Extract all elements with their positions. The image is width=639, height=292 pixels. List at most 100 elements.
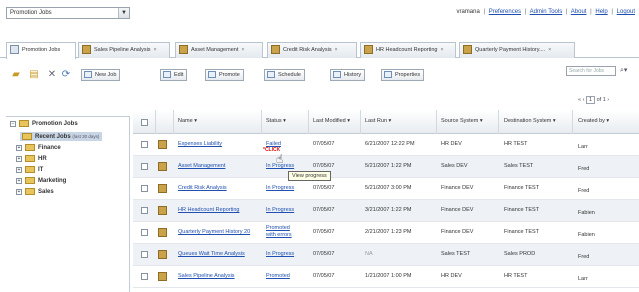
tab-quarterly-payment[interactable]: Quarterly Payment History.... × (459, 42, 575, 58)
header-name[interactable]: Name ▾ (178, 118, 197, 124)
expand-icon[interactable]: + (16, 177, 22, 184)
tab-hr-headcount[interactable]: HR Headcount Reporting × (360, 42, 456, 58)
job-icon (158, 250, 167, 259)
status-link-detail[interactable]: with errors (266, 232, 292, 238)
properties-button[interactable]: Properties (381, 69, 425, 81)
row-checkbox[interactable] (141, 229, 148, 236)
page-number-input[interactable]: 1 (585, 96, 596, 104)
folder-menu-icon[interactable]: ▤ (28, 69, 40, 80)
edit-button[interactable]: Edit (160, 69, 188, 81)
tab-credit-risk[interactable]: Credit Risk Analysis × (267, 42, 357, 58)
new-folder-icon[interactable]: ▰ (10, 69, 22, 80)
job-name-link[interactable]: Credit Risk Analysis (178, 185, 227, 191)
tree-item-hr[interactable]: + HR (16, 155, 47, 162)
expand-icon[interactable]: + (16, 166, 22, 173)
delete-icon[interactable]: ✕ (46, 69, 58, 80)
last-modified: 07/05/07 (313, 163, 335, 169)
status-link[interactable]: In Progress (266, 185, 294, 191)
status-link[interactable]: Promoted (266, 273, 290, 279)
row-checkbox[interactable] (141, 141, 148, 148)
last-run: 3/21/2007 1:22 PM (365, 207, 412, 213)
username: vramana (456, 9, 480, 15)
table-row[interactable]: Asset Management In Progress 07/05/07 5/… (133, 156, 639, 178)
expand-icon[interactable]: + (16, 188, 22, 195)
status-link[interactable]: Promoted (266, 225, 290, 231)
expand-icon[interactable]: + (16, 155, 22, 162)
tree-item-sales[interactable]: + Sales (16, 188, 54, 195)
table-row[interactable]: Queues Wait Time Analysis In Progress 07… (133, 244, 639, 266)
job-name-link[interactable]: HR Headcount Reporting (178, 207, 239, 213)
table-row[interactable]: Sales Pipeline Analysis Promoted 07/05/0… (133, 266, 639, 288)
status-link[interactable]: In Progress (266, 207, 294, 213)
job-icon (158, 206, 167, 215)
job-icon (158, 228, 167, 237)
folder-icon (25, 155, 35, 162)
tree-root[interactable]: − Promotion Jobs (10, 120, 78, 127)
source-system: Finance DEV (441, 207, 474, 213)
schedule-button[interactable]: Schedule (264, 69, 305, 81)
first-page-icon[interactable]: « (578, 97, 581, 103)
row-checkbox[interactable] (141, 163, 148, 170)
table-row[interactable]: Quarterly Payment History 20 Promoted wi… (133, 222, 639, 244)
tree-item-finance[interactable]: + Finance (16, 144, 61, 151)
destination-system: Sales TEST (504, 163, 534, 169)
next-page-icon[interactable]: › (607, 97, 609, 103)
header-last-modified[interactable]: Last Modified ▾ (313, 118, 350, 124)
last-modified: 07/05/07 (313, 141, 335, 147)
header-last-run[interactable]: Last Run ▾ (365, 118, 391, 124)
row-checkbox[interactable] (141, 273, 148, 280)
job-name-link[interactable]: Quarterly Payment History 20 (178, 229, 250, 235)
promote-button[interactable]: Promote (205, 69, 244, 81)
logout-link[interactable]: Logout (617, 9, 635, 15)
last-run: 5/21/2007 1:22 PM (365, 163, 412, 169)
job-name-link[interactable]: Asset Management (178, 163, 225, 169)
job-select[interactable]: Promotion Jobs ▼ (6, 7, 130, 19)
prev-page-icon[interactable]: ‹ (583, 97, 585, 103)
table-row[interactable]: Expenses Liability Failed 07/05/07 6/21/… (133, 134, 639, 156)
row-checkbox[interactable] (141, 185, 148, 192)
header-source-system[interactable]: Source System ▾ (441, 118, 483, 124)
close-icon[interactable]: × (335, 47, 338, 53)
tab-sales-pipeline[interactable]: Sales Pipeline Analysis × (78, 42, 170, 58)
created-by: Larr (578, 276, 588, 282)
last-run: 5/21/2007 3:00 PM (365, 185, 412, 191)
job-name-link[interactable]: Expenses Liability (178, 141, 222, 147)
row-checkbox[interactable] (141, 251, 148, 258)
expand-icon[interactable]: + (16, 144, 22, 151)
tab-asset-management[interactable]: Asset Management × (175, 42, 263, 58)
job-name-link[interactable]: Sales Pipeline Analysis (178, 273, 235, 279)
about-link[interactable]: About (571, 9, 587, 15)
row-checkbox[interactable] (141, 207, 148, 214)
new-job-button[interactable]: New Job (81, 69, 121, 81)
tree-item-marketing[interactable]: + Marketing (16, 177, 66, 184)
preferences-link[interactable]: Preferences (489, 9, 521, 15)
created-by: Larr (578, 144, 588, 150)
collapse-icon[interactable]: − (10, 120, 16, 127)
folder-icon (25, 177, 35, 184)
tab-promotion-jobs[interactable]: Promotion Jobs (6, 42, 76, 59)
chevron-down-icon[interactable]: ▼ (118, 8, 129, 18)
header-destination-system[interactable]: Destination System ▾ (504, 118, 556, 124)
last-run: 2/21/2007 1:23 PM (365, 229, 412, 235)
tree-item-recent-jobs[interactable]: Recent Jobs (last 30 days) (20, 132, 103, 142)
select-all-checkbox[interactable] (141, 119, 148, 126)
table-row[interactable]: HR Headcount Reporting In Progress 07/05… (133, 200, 639, 222)
admin-tools-link[interactable]: Admin Tools (530, 9, 563, 15)
search-icon[interactable]: ⌕▾ (620, 66, 627, 75)
help-link[interactable]: Help (595, 9, 607, 15)
tree-item-it[interactable]: + IT (16, 166, 43, 173)
folder-icon (25, 144, 35, 151)
promote-icon (208, 71, 216, 79)
header-status[interactable]: Status ▾ (266, 118, 286, 124)
job-name-link[interactable]: Queues Wait Time Analysis (178, 251, 245, 257)
table-row[interactable]: Credit Risk Analysis In Progress 07/05/0… (133, 178, 639, 200)
close-icon[interactable]: × (154, 47, 157, 53)
search-input[interactable]: Search for Jobs (566, 66, 616, 76)
close-icon[interactable]: × (548, 47, 551, 53)
refresh-icon[interactable]: ⟳ (60, 69, 72, 80)
history-button[interactable]: History (330, 69, 366, 81)
close-icon[interactable]: × (440, 47, 443, 53)
header-created-by[interactable]: Created by ▾ (578, 118, 609, 124)
close-icon[interactable]: × (241, 47, 244, 53)
status-link[interactable]: In Progress (266, 251, 294, 257)
